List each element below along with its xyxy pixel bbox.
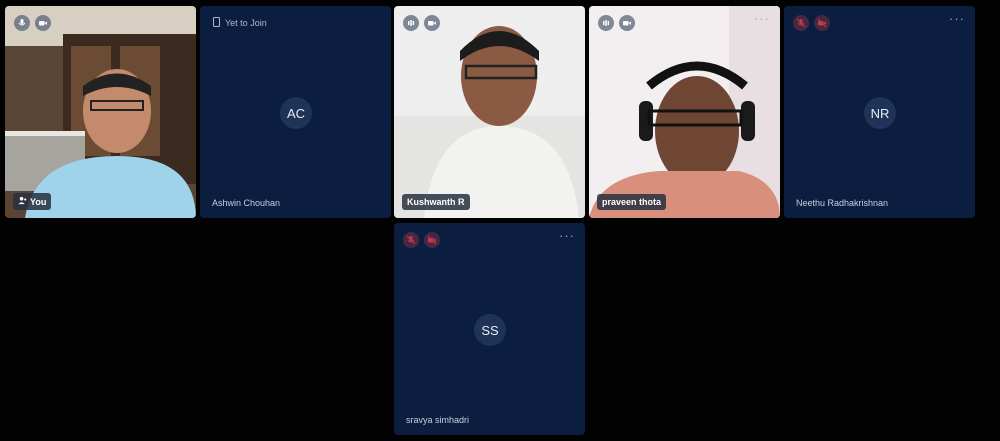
avatar: SS	[474, 314, 506, 346]
participant-tile-sravya-simhadri[interactable]: ··· SS sravya simhadri	[394, 223, 585, 435]
more-options-icon[interactable]: ···	[559, 229, 575, 242]
camera-off-icon[interactable]	[814, 15, 830, 31]
participant-name: sravya simhadri	[406, 415, 470, 425]
mic-icon[interactable]	[14, 15, 30, 31]
participant-tile-ashwin-chouhan[interactable]: Yet to Join AC Ashwin Chouhan	[200, 6, 391, 218]
participant-name: Kushwanth R	[402, 194, 470, 210]
participant-tile-neethu-radhakrishnan[interactable]: ··· NR Neethu Radhakrishnan	[784, 6, 975, 218]
person-icon	[18, 196, 27, 207]
camera-icon[interactable]	[424, 15, 440, 31]
video-feed	[394, 6, 585, 218]
participant-name: Ashwin Chouhan	[212, 198, 281, 208]
participant-name: praveen thota	[597, 194, 667, 210]
participant-name: Neethu Radhakrishnan	[796, 198, 889, 208]
camera-off-icon[interactable]	[424, 232, 440, 248]
participant-name: You	[13, 193, 52, 210]
more-options-icon[interactable]: ···	[949, 12, 965, 25]
participant-tile-praveen-thota[interactable]: ··· praveen thota	[589, 6, 780, 218]
video-feed	[589, 6, 780, 218]
camera-icon[interactable]	[619, 15, 635, 31]
more-options-icon[interactable]: ···	[754, 12, 770, 25]
camera-icon[interactable]	[35, 15, 51, 31]
video-feed	[5, 6, 196, 218]
phone-icon	[213, 17, 220, 29]
avatar: NR	[864, 97, 896, 129]
participant-tile-you[interactable]: You	[5, 6, 196, 218]
audio-level-icon[interactable]	[598, 15, 614, 31]
mic-off-icon[interactable]	[793, 15, 809, 31]
avatar: AC	[280, 97, 312, 129]
join-status: Yet to Join	[213, 17, 267, 29]
audio-level-icon[interactable]	[403, 15, 419, 31]
mic-off-icon[interactable]	[403, 232, 419, 248]
participant-tile-kushwanth-r[interactable]: Kushwanth R	[394, 6, 585, 218]
